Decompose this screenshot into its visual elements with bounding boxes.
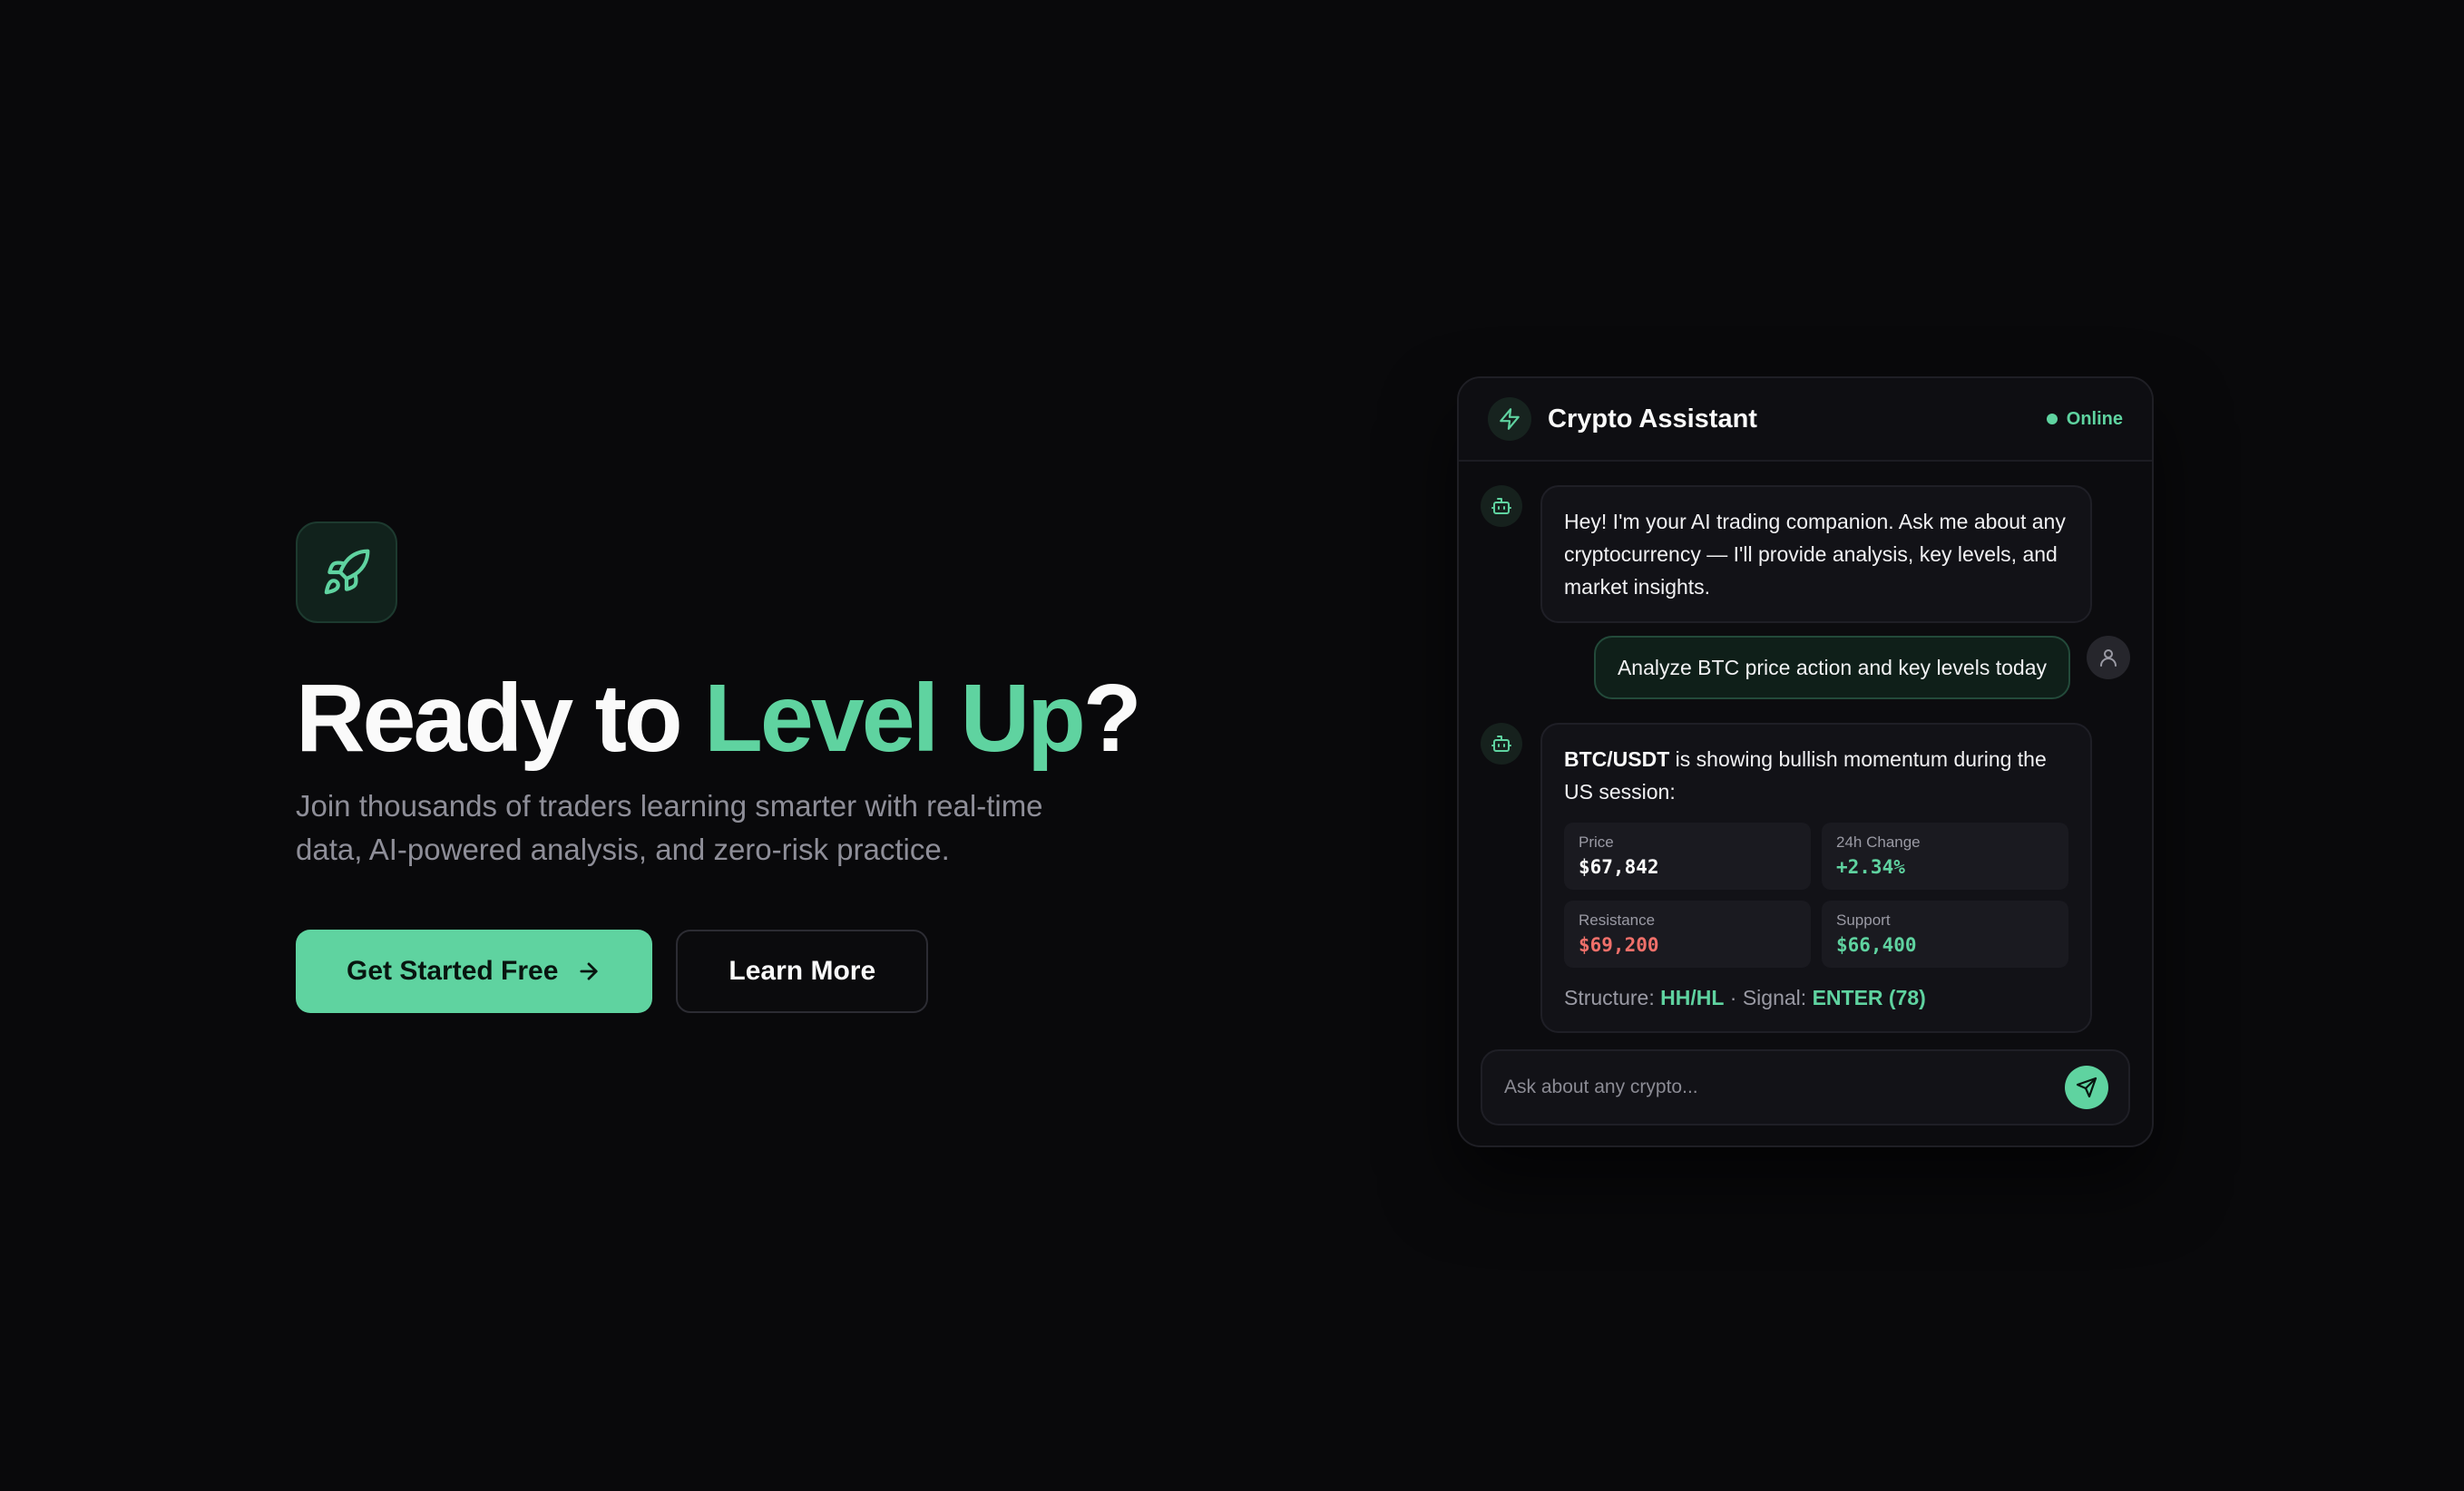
status-label: Online xyxy=(2066,408,2123,429)
stat-resistance: Resistance $69,200 xyxy=(1564,901,1811,968)
stat-label: Support xyxy=(1836,911,1891,929)
hero-title-suffix: ? xyxy=(1082,665,1142,772)
bot-bubble-intro: Hey! I'm your AI trading companion. Ask … xyxy=(1540,485,2092,623)
bot-bubble-reply: BTC/USDT is showing bullish momentum dur… xyxy=(1540,723,2092,1033)
chat-input[interactable] xyxy=(1504,1077,2065,1098)
get-started-label: Get Started Free xyxy=(347,956,559,987)
hero-title: Ready to Level Up? xyxy=(296,665,1142,772)
status-dot xyxy=(2046,414,2058,424)
stat-value: +2.34% xyxy=(1836,856,1905,878)
bot-message-reply: BTC/USDT is showing bullish momentum dur… xyxy=(1481,723,2092,1033)
bot-icon xyxy=(1481,723,1522,765)
hero-subtitle: Join thousands of traders learning smart… xyxy=(296,789,1043,867)
stat-24h-change: 24h Change +2.34% xyxy=(1822,823,2068,890)
cta-row: Get Started Free Learn More xyxy=(296,930,1112,1014)
reply-intro: BTC/USDT is showing bullish momentum dur… xyxy=(1564,743,2068,808)
page: Ready to Level Up? Join thousands of tra… xyxy=(0,0,2464,1491)
lightning-icon xyxy=(1488,397,1531,441)
signal-value: ENTER (78) xyxy=(1812,986,1926,1009)
user-avatar-icon xyxy=(2087,636,2130,679)
separator: · xyxy=(1724,986,1743,1009)
rocket-icon xyxy=(296,521,397,623)
arrow-right-icon xyxy=(580,962,598,981)
stat-value: $66,400 xyxy=(1836,934,1917,956)
chat-input-bar xyxy=(1481,1049,2130,1126)
stat-support: Support $66,400 xyxy=(1822,901,2068,968)
signal-label: Signal: xyxy=(1742,986,1813,1009)
bot-icon xyxy=(1481,485,1522,527)
chat-window: Crypto Assistant Online Hey! I'm your AI… xyxy=(1457,376,2154,1147)
stat-label: Resistance xyxy=(1579,911,1656,929)
pair-label: BTC/USDT xyxy=(1564,747,1670,771)
hero-section: Ready to Level Up? Join thousands of tra… xyxy=(296,521,1142,1014)
stats-grid: Price $67,842 24h Change +2.34% Resistan… xyxy=(1564,823,2068,968)
status-badge: Online xyxy=(2046,408,2123,430)
structure-value: HH/HL xyxy=(1660,986,1725,1009)
user-message: Analyze BTC price action and key levels … xyxy=(1593,636,2130,699)
structure-line: Structure: HH/HL · Signal: ENTER (78) xyxy=(1564,982,2068,1013)
bot-message-intro: Hey! I'm your AI trading companion. Ask … xyxy=(1481,485,2092,623)
send-icon xyxy=(2076,1077,2097,1098)
get-started-button[interactable]: Get Started Free xyxy=(296,930,653,1014)
structure-label: Structure: xyxy=(1564,986,1661,1009)
chat-title: Crypto Assistant xyxy=(1548,404,1757,434)
stat-value: $69,200 xyxy=(1579,934,1659,956)
chat-header: Crypto Assistant Online xyxy=(1459,378,2152,462)
user-bubble: Analyze BTC price action and key levels … xyxy=(1593,636,2070,699)
stat-label: Price xyxy=(1579,833,1614,851)
learn-more-label: Learn More xyxy=(728,956,876,987)
hero-title-prefix: Ready to xyxy=(296,665,705,772)
learn-more-button[interactable]: Learn More xyxy=(676,930,929,1014)
stat-label: 24h Change xyxy=(1836,833,1921,851)
stat-value: $67,842 xyxy=(1579,856,1659,878)
send-button[interactable] xyxy=(2065,1066,2108,1109)
stat-price: Price $67,842 xyxy=(1564,823,1811,890)
hero-title-accent: Level Up xyxy=(704,665,1086,772)
